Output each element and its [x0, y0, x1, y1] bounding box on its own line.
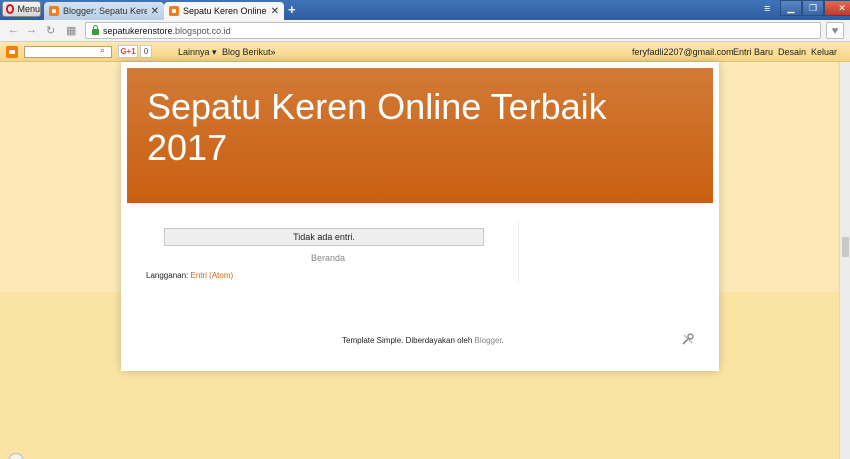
url-input[interactable]: sepatukerenstore.blogspot.co.id	[85, 22, 821, 39]
blog-content-wrapper: Sepatu Keren Online Terbaik 2017 Tidak a…	[121, 62, 719, 371]
search-icon[interactable]: ⌕	[100, 45, 105, 56]
blogger-favicon-icon	[169, 6, 179, 16]
scrollbar-thumb[interactable]	[842, 237, 849, 257]
url-text: sepatukerenstore.blogspot.co.id	[103, 25, 231, 36]
tab-title: Blogger: Sepatu Keren Online Terbaik 201…	[63, 6, 147, 16]
footer-period: .	[501, 336, 504, 345]
status-circle-icon	[8, 453, 24, 459]
blogger-link[interactable]: Blogger	[475, 336, 502, 345]
minimize-button[interactable]: ▁	[780, 0, 802, 16]
address-bar: ← → ↻ ▦ sepatukerenstore.blogspot.co.id …	[0, 20, 850, 42]
footer-text: Template Simple. Diberdayakan oleh	[342, 336, 475, 345]
blogger-favicon-icon	[49, 6, 59, 16]
user-email: feryfadli2207@gmail.com	[632, 47, 734, 57]
close-window-button[interactable]: ✕	[824, 0, 850, 16]
no-posts-message: Tidak ada entri.	[164, 228, 484, 246]
tab-close-icon[interactable]: ✕	[271, 6, 279, 17]
atom-feed-link[interactable]: Entri (Atom)	[191, 271, 234, 280]
new-tab-button[interactable]: +	[288, 2, 296, 17]
restore-button[interactable]: ❐	[802, 0, 824, 16]
blog-header: Sepatu Keren Online Terbaik 2017	[127, 68, 713, 203]
bookmark-heart-icon[interactable]: ♥	[826, 22, 844, 39]
reload-icon[interactable]: ↻	[46, 24, 55, 37]
footer-attribution: Template Simple. Diberdayakan oleh Blogg…	[342, 336, 504, 345]
browser-menu-button[interactable]: Menu	[2, 1, 41, 17]
more-menu[interactable]: Lainnya ▾	[178, 47, 217, 58]
browser-title-bar: Menu Blogger: Sepatu Keren Online Terbai…	[0, 0, 850, 20]
blogger-logo-icon[interactable]	[6, 46, 18, 58]
blogger-navbar: ⌕ G+1 0 Lainnya ▾ Blog Berikut» feryfadl…	[0, 42, 850, 62]
forward-arrow-icon[interactable]: →	[26, 24, 37, 36]
back-arrow-icon[interactable]: ←	[8, 24, 19, 36]
blog-search-input[interactable]	[24, 46, 112, 58]
speed-dial-grid-icon[interactable]: ▦	[66, 24, 76, 37]
new-post-link[interactable]: Entri Baru	[733, 47, 773, 57]
tab-menu-icon[interactable]: ≡	[764, 3, 770, 15]
blog-title[interactable]: Sepatu Keren Online Terbaik 2017	[147, 86, 687, 168]
lock-icon	[92, 25, 99, 35]
tab-blogger-dashboard[interactable]: Blogger: Sepatu Keren Online Terbaik 201…	[44, 2, 164, 20]
window-controls: ▁ ❐ ✕	[780, 0, 850, 17]
menu-label: Menu	[17, 4, 40, 14]
subscribe-line: Langganan: Entri (Atom)	[146, 271, 233, 280]
page-scrollbar[interactable]	[839, 62, 850, 459]
google-plus-button[interactable]: G+1	[118, 45, 138, 58]
home-link[interactable]: Beranda	[311, 253, 345, 263]
subscribe-label: Langganan:	[146, 271, 191, 280]
wrench-screwdriver-icon[interactable]	[681, 332, 695, 346]
tab-blog-page[interactable]: Sepatu Keren Online Terbaik 2017 ✕	[164, 2, 284, 20]
opera-logo-icon	[6, 4, 15, 14]
design-link[interactable]: Desain	[778, 47, 806, 57]
next-blog-link[interactable]: Blog Berikut»	[222, 47, 276, 57]
sidebar-divider	[518, 222, 519, 282]
google-plus-count: 0	[140, 45, 152, 58]
tab-title: Sepatu Keren Online Terbaik 2017	[183, 6, 267, 16]
tab-close-icon[interactable]: ✕	[151, 6, 159, 17]
logout-link[interactable]: Keluar	[811, 47, 837, 57]
